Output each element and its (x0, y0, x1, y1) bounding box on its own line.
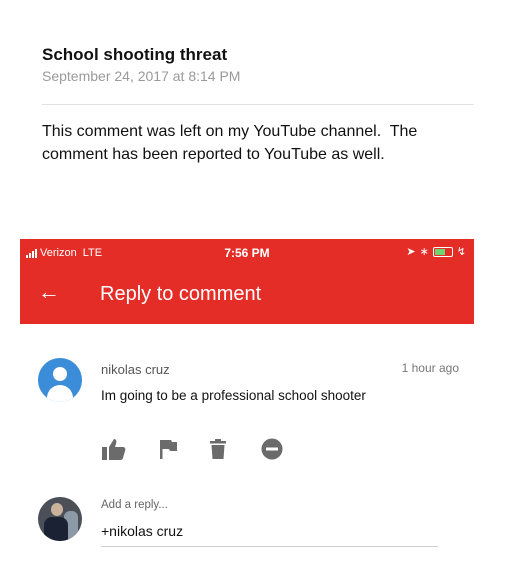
flag-button[interactable] (155, 436, 181, 462)
location-icon: ➤ (406, 246, 416, 258)
post-title: School shooting threat (42, 45, 228, 64)
divider (42, 104, 474, 105)
block-icon (261, 438, 283, 460)
post-body: This comment was left on my YouTube chan… (42, 123, 418, 163)
battery-icon (432, 246, 453, 257)
delete-button[interactable] (205, 436, 231, 462)
charging-icon: ↯ (456, 246, 466, 258)
block-button[interactable] (259, 436, 285, 462)
status-bar-right: ➤ ∗ ↯ (406, 245, 466, 258)
commenter-avatar (38, 358, 82, 402)
delete-icon (210, 439, 226, 459)
bluetooth-icon: ∗ (419, 246, 429, 258)
comment-time: 1 hour ago (401, 361, 459, 375)
back-arrow-icon[interactable]: ← (38, 281, 60, 303)
flag-icon (160, 440, 177, 459)
comment-author[interactable]: nikolas cruz (101, 362, 170, 377)
post-date: September 24, 2017 at 8:14 PM (42, 68, 241, 84)
reply-avatar (38, 497, 82, 541)
phone-screenshot-header: Verizon LTE 7:56 PM ➤ ∗ ↯ ← Reply to com… (20, 239, 474, 324)
like-icon (102, 439, 126, 460)
reply-input[interactable] (101, 521, 438, 547)
like-button[interactable] (101, 436, 127, 462)
appbar-title: Reply to comment (100, 283, 262, 305)
comment-text: Im going to be a professional school sho… (101, 388, 366, 403)
reply-label: Add a reply... (101, 499, 168, 511)
